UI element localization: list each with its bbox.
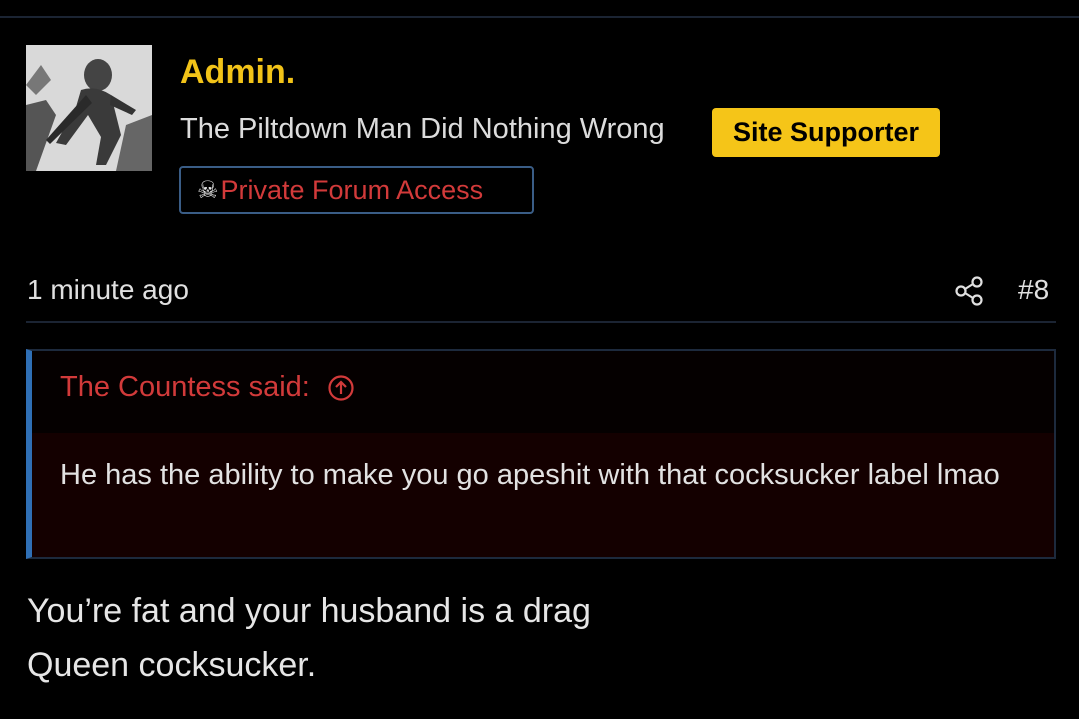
message-line: You’re fat and your husband is a drag (27, 592, 591, 630)
meta-divider (26, 321, 1056, 323)
quote-author: The Countess said: (60, 371, 310, 403)
top-divider (0, 16, 1079, 18)
avatar-image (26, 45, 152, 171)
private-forum-access-label: Private Forum Access (220, 174, 484, 205)
post-message: You’re fat and your husband is a drag Qu… (27, 584, 747, 692)
user-title: The Piltdown Man Did Nothing Wrong (180, 113, 665, 145)
private-forum-access-badge: ☠ Private Forum Access (179, 166, 534, 214)
site-supporter-badge: Site Supporter (712, 108, 940, 157)
arrow-up-circle-icon[interactable] (328, 374, 354, 401)
avatar[interactable] (26, 45, 152, 171)
post-timestamp[interactable]: 1 minute ago (27, 274, 189, 306)
quote-block: The Countess said: He has the ability to… (26, 349, 1056, 559)
quote-header[interactable]: The Countess said: (60, 371, 354, 404)
post-number-link[interactable]: #8 (1018, 274, 1049, 306)
username[interactable]: Admin. (180, 53, 295, 92)
share-icon[interactable] (954, 276, 984, 306)
skull-crossbones-icon: ☠ (197, 176, 219, 204)
quote-text: He has the ability to make you go apeshi… (32, 433, 1054, 557)
message-line: Queen cocksucker. (27, 646, 317, 684)
